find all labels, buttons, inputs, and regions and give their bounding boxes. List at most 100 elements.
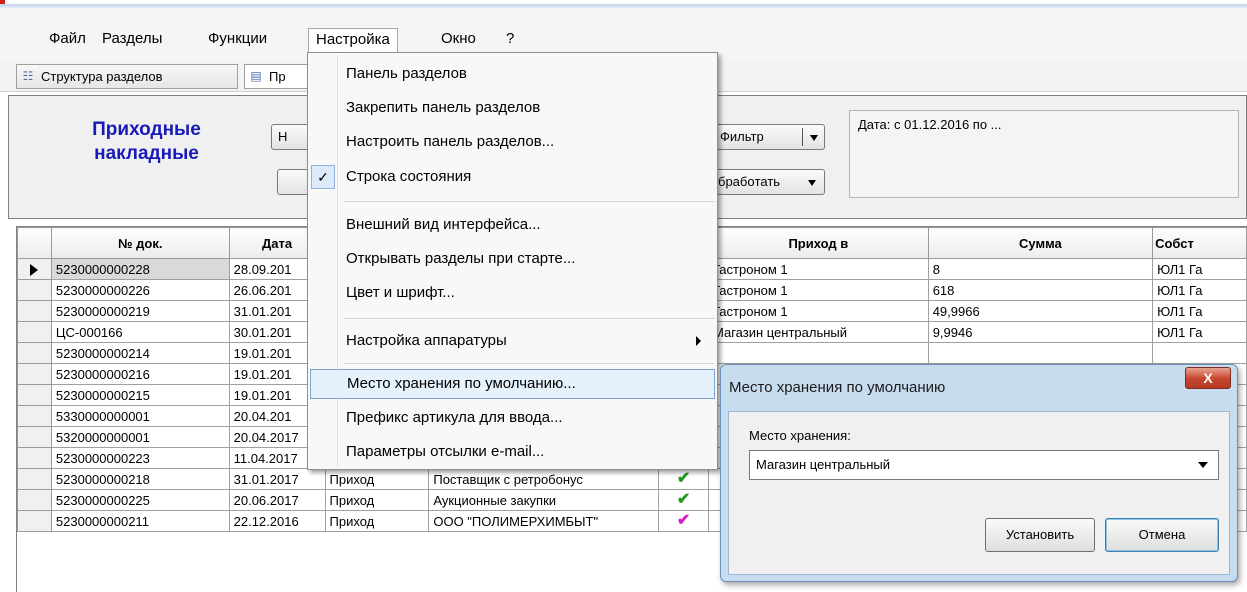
row-selector[interactable] (17, 426, 52, 448)
cell-doc-number[interactable]: 5230000000216 (50, 363, 230, 385)
cell-doc-number[interactable]: 5230000000214 (50, 342, 230, 364)
cell-type[interactable]: Приход (324, 468, 430, 490)
row-pointer-icon (30, 264, 39, 277)
row-selector[interactable] (17, 279, 52, 301)
window-top-strip (0, 0, 1247, 8)
header-destination[interactable]: Приход в (708, 227, 929, 259)
set-button[interactable]: Установить (985, 518, 1095, 552)
row-selector[interactable] (17, 447, 52, 469)
filter-button[interactable]: Фильтр (709, 124, 825, 150)
cell-owner[interactable]: ЮЛ1 Га (1152, 321, 1247, 343)
cell-status[interactable]: ✔ (658, 489, 709, 511)
menu-item-configure-sections-panel[interactable]: Настроить панель разделов... (310, 127, 715, 157)
cell-doc-number[interactable]: 5230000000225 (50, 489, 230, 511)
menu-item-hardware-settings[interactable]: Настройка аппаратуры (310, 326, 715, 356)
dialog-body: Место хранения: Магазин центральный Уста… (728, 411, 1230, 575)
menu-item-status-bar[interactable]: Строка состояния (310, 162, 715, 192)
row-selector[interactable] (17, 489, 52, 511)
row-selector[interactable] (17, 510, 52, 532)
new-button[interactable]: Н (271, 124, 311, 150)
cell-date[interactable]: 31.01.2017 (228, 468, 326, 490)
cell-sum[interactable]: 8 (927, 258, 1154, 280)
menu-window[interactable]: Окно (434, 28, 483, 52)
menu-help[interactable]: ? (499, 28, 521, 52)
cell-sum[interactable] (927, 342, 1154, 364)
cell-sum[interactable]: 49,9966 (927, 300, 1154, 322)
row-selector[interactable] (17, 405, 52, 427)
storage-field-label: Место хранения: (749, 428, 851, 443)
menu-item-pin-sections-panel[interactable]: Закрепить панель разделов (310, 93, 715, 123)
row-selector[interactable] (17, 300, 52, 322)
header-sum[interactable]: Сумма (927, 227, 1154, 259)
chevron-down-icon (1198, 462, 1208, 468)
cell-owner[interactable]: ЮЛ1 Га (1152, 279, 1247, 301)
cell-owner[interactable] (1152, 342, 1247, 364)
close-button[interactable]: X (1185, 367, 1231, 389)
cell-date[interactable]: 22.12.2016 (228, 510, 326, 532)
cell-supplier[interactable]: ООО "ПОЛИМЕРХИМБЫТ" (428, 510, 660, 532)
cell-sum[interactable]: 9,9946 (927, 321, 1154, 343)
menu-separator (344, 318, 715, 319)
cell-type[interactable]: Приход (324, 489, 430, 511)
cell-doc-number[interactable]: 5230000000218 (50, 468, 230, 490)
cancel-button[interactable]: Отмена (1105, 518, 1219, 552)
cell-owner[interactable]: ЮЛ1 Га (1152, 300, 1247, 322)
cell-status[interactable]: ✔ (658, 468, 709, 490)
filter-summary-text: Дата: с 01.12.2016 по ... (858, 117, 1002, 132)
cell-owner[interactable]: ЮЛ1 Га (1152, 258, 1247, 280)
cell-doc-number[interactable]: 5230000000219 (50, 300, 230, 322)
cell-doc-number[interactable]: 5230000000211 (50, 510, 230, 532)
menu-item-sections-panel[interactable]: Панель разделов (310, 59, 715, 89)
close-icon: X (1203, 370, 1213, 386)
menu-file[interactable]: Файл (42, 28, 93, 52)
cell-doc-number[interactable]: 5230000000226 (50, 279, 230, 301)
tab-structure-label: Структура разделов (41, 69, 163, 84)
menu-item-interface-appearance[interactable]: Внешний вид интерфейса... (310, 210, 715, 240)
row-selector[interactable] (17, 468, 52, 490)
document-icon: ▤ (250, 69, 262, 83)
menu-item-email-settings[interactable]: Параметры отсылки e-mail... (310, 437, 715, 467)
menu-settings[interactable]: Настройка (308, 28, 398, 52)
header-doc-number[interactable]: № док. (50, 227, 230, 259)
menu-sections[interactable]: Разделы (95, 28, 169, 52)
cell-date[interactable]: 20.06.2017 (228, 489, 326, 511)
cell-destination[interactable]: Гастроном 1 (708, 279, 929, 301)
cell-destination[interactable]: Гастроном 1 (708, 300, 929, 322)
menu-functions[interactable]: Функции (201, 28, 274, 52)
chevron-down-icon (810, 135, 818, 141)
tab-receipts-label: Пр (269, 69, 286, 84)
process-button[interactable]: брабoтать (709, 169, 825, 195)
cell-doc-number[interactable]: 5230000000215 (50, 384, 230, 406)
menu-item-default-storage[interactable]: Место хранения по умолчанию... (310, 369, 715, 399)
chevron-down-icon (808, 180, 816, 186)
header-owner[interactable]: Собст (1152, 227, 1247, 259)
tab-structure[interactable]: ☷ Структура разделов (16, 64, 238, 89)
cell-doc-number[interactable]: 5320000000001 (50, 426, 230, 448)
cell-destination[interactable]: Магазин центральный (708, 321, 929, 343)
menu-item-color-and-font[interactable]: Цвет и шрифт... (310, 278, 715, 308)
row-selector[interactable] (17, 363, 52, 385)
menu-separator (344, 363, 715, 364)
cell-doc-number[interactable]: 5230000000228 (50, 258, 230, 280)
cell-status[interactable]: ✔ (658, 510, 709, 532)
menu-separator (344, 201, 715, 202)
row-selector[interactable] (17, 384, 52, 406)
storage-select[interactable]: Магазин центральный (749, 450, 1219, 480)
cell-supplier[interactable]: Поставщик с ретробонус (428, 468, 660, 490)
row-selector[interactable] (17, 321, 52, 343)
menu-item-open-sections-on-start[interactable]: Открывать разделы при старте... (310, 244, 715, 274)
cell-supplier[interactable]: Аукционные закупки (428, 489, 660, 511)
cell-type[interactable]: Приход (324, 510, 430, 532)
process-button-label: брабoтать (718, 174, 781, 189)
row-selector[interactable] (17, 342, 52, 364)
cell-destination[interactable]: Гастроном 1 (708, 258, 929, 280)
header-selector (17, 227, 52, 259)
cell-doc-number[interactable]: 5230000000223 (50, 447, 230, 469)
cell-doc-number[interactable]: 5330000000001 (50, 405, 230, 427)
row-selector[interactable] (17, 258, 52, 280)
cell-doc-number[interactable]: ЦС-000166 (50, 321, 230, 343)
menu-item-article-prefix[interactable]: Префикс артикула для ввода... (310, 403, 715, 433)
cell-sum[interactable]: 618 (927, 279, 1154, 301)
cell-destination[interactable] (708, 342, 929, 364)
tab-receipts[interactable]: ▤ Пр (244, 64, 314, 89)
